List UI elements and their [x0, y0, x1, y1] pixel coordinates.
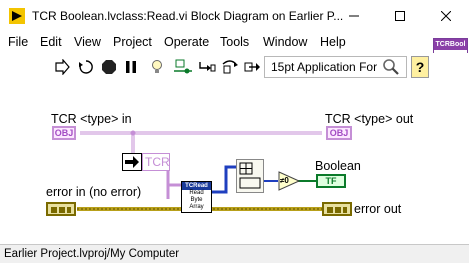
menu-view[interactable]: View: [74, 35, 101, 49]
close-button[interactable]: [423, 0, 469, 32]
wires-layer: [77, 130, 322, 211]
maximize-icon: [395, 11, 405, 21]
tcr-read-header: TCRead: [182, 182, 211, 190]
abort-icon: [102, 60, 116, 74]
tcr-property-node[interactable]: TCR: [142, 153, 170, 171]
pause-button[interactable]: [121, 57, 141, 77]
retain-wire-values-icon: [174, 59, 192, 74]
menu-tools[interactable]: Tools: [220, 35, 249, 49]
pause-icon: [126, 61, 136, 73]
step-into-button[interactable]: [197, 57, 217, 77]
step-over-icon: [222, 60, 238, 74]
error-out-label: error out: [354, 202, 402, 216]
class-icon-header: TCRBool: [434, 39, 467, 50]
menu-bar: File Edit View Project Operate Tools Win…: [0, 32, 469, 53]
menu-operate[interactable]: Operate: [164, 35, 209, 49]
obj-out-text: OBJ: [329, 128, 349, 138]
compare-text: ≠0: [280, 176, 289, 185]
index-array-node[interactable]: [236, 159, 264, 193]
title-bar: TCR Boolean.lvclass:Read.vi Block Diagra…: [0, 0, 469, 32]
abort-button[interactable]: [99, 57, 119, 77]
obj-in-text: OBJ: [54, 128, 74, 138]
array-grid-icon: [239, 162, 261, 189]
error-cluster-icon: [51, 207, 71, 213]
project-path: Earlier Project.lvproj/My Computer: [4, 248, 180, 260]
search-button[interactable]: [382, 58, 400, 79]
menu-project[interactable]: Project: [113, 35, 152, 49]
step-out-icon: [244, 62, 260, 72]
menu-edit[interactable]: Edit: [40, 35, 62, 49]
highlight-execution-button[interactable]: [147, 57, 167, 77]
step-into-icon: [199, 62, 216, 72]
close-icon: [441, 11, 451, 21]
toolbar: 15pt Application For ?: [0, 53, 469, 81]
run-button[interactable]: [52, 57, 72, 77]
minimize-button[interactable]: [331, 0, 377, 32]
tcr-read-subvi[interactable]: TCRead Read Byte Array: [181, 181, 212, 213]
boolean-terminal[interactable]: TF: [316, 174, 346, 188]
status-bar: Earlier Project.lvproj/My Computer: [0, 244, 469, 263]
right-arrow-icon: [125, 156, 139, 168]
error-out-terminal[interactable]: [322, 202, 352, 216]
window-title: TCR Boolean.lvclass:Read.vi Block Diagra…: [32, 9, 344, 23]
font-select-value: 15pt Application For: [271, 60, 378, 74]
error-cluster-icon: [327, 207, 347, 213]
tcr-property-label: TCR: [145, 155, 170, 169]
highlight-execution-icon: [152, 60, 162, 73]
retain-wire-values-button[interactable]: [173, 57, 193, 77]
run-continuously-button[interactable]: [76, 57, 96, 77]
menu-help[interactable]: Help: [320, 35, 346, 49]
help-label: ?: [415, 59, 425, 75]
tcr-in-terminal[interactable]: OBJ: [52, 126, 76, 140]
labview-block-diagram-icon: [9, 8, 25, 24]
minimize-icon: [349, 15, 359, 17]
run-arrow-icon: [55, 59, 70, 75]
tcr-read-line-1: Read: [189, 190, 204, 196]
error-in-terminal[interactable]: [46, 202, 76, 216]
context-help-button[interactable]: ?: [411, 56, 429, 78]
tcr-read-line-2: Byte: [190, 197, 203, 203]
run-continuously-icon: [79, 60, 93, 74]
tcr-out-label: TCR <type> out: [325, 112, 414, 126]
block-diagram[interactable]: TCR <type> in OBJ TCR <type> out OBJ TCR…: [0, 81, 469, 244]
menu-file[interactable]: File: [8, 35, 28, 49]
tcr-read-line-3: Array: [189, 204, 204, 210]
tcr-in-label: TCR <type> in: [51, 112, 132, 126]
boolean-label: Boolean: [315, 159, 361, 173]
maximize-button[interactable]: [377, 0, 423, 32]
tcr-out-terminal[interactable]: OBJ: [326, 126, 352, 140]
step-over-button[interactable]: [220, 57, 240, 77]
error-in-label: error in (no error): [46, 185, 142, 199]
search-icon: [383, 59, 399, 75]
menu-window[interactable]: Window: [263, 35, 307, 49]
property-node-arrow[interactable]: [122, 153, 142, 171]
boolean-terminal-text: TF: [325, 176, 337, 186]
step-out-button[interactable]: [243, 57, 263, 77]
